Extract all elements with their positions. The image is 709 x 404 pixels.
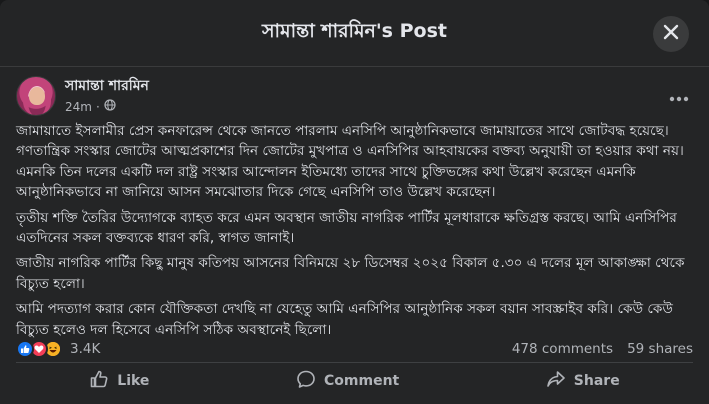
- more-dots-icon: [669, 87, 689, 106]
- like-button[interactable]: Like: [75, 363, 163, 399]
- post-paragraph: আমি পদত্যাগ করার কোন যৌক্তিকতা দেখছি না …: [16, 301, 673, 338]
- author-name[interactable]: সামান্তা শারমিন: [65, 77, 149, 95]
- close-icon: [662, 23, 680, 45]
- globe-icon[interactable]: [104, 98, 116, 116]
- more-options-button[interactable]: [665, 82, 693, 110]
- share-label: Share: [573, 372, 620, 389]
- avatar[interactable]: [16, 76, 56, 116]
- engagement-counts: 478 comments 59 shares: [512, 341, 693, 357]
- shares-count[interactable]: 59 shares: [627, 341, 693, 357]
- comment-icon: [296, 369, 316, 393]
- post-dialog: সামান্তা শারমিন's Post সামান্তা শারমিন 2…: [0, 0, 709, 404]
- meta-separator: ·: [95, 99, 100, 114]
- author-meta: সামান্তা শারমিন 24m ·: [65, 77, 149, 116]
- post-paragraph: জামায়াতে ইসলামীর প্রেস কনফারেন্স থেকে জ…: [16, 123, 684, 201]
- reactions-summary: 3.4K 478 comments 59 shares: [16, 337, 693, 361]
- post-author-row: সামান্তা শারমিন 24m ·: [16, 75, 149, 117]
- post-paragraph: তৃতীয় শক্তি তৈরির উদ্যোগকে ব্যাহত করে এ…: [16, 209, 677, 247]
- close-button[interactable]: [653, 16, 689, 52]
- post-time[interactable]: 24m: [65, 98, 92, 116]
- post-body: জামায়াতে ইসলামীর প্রেস কনফারেন্স থেকে জ…: [16, 121, 699, 345]
- comment-label: Comment: [324, 372, 400, 389]
- post-actions: Like Comment Share: [16, 362, 693, 398]
- comments-count[interactable]: 478 comments: [512, 341, 613, 357]
- share-button[interactable]: Share: [532, 363, 634, 399]
- dialog-header: সামান্তা শারমিন's Post: [0, 0, 709, 67]
- comment-button[interactable]: Comment: [282, 363, 413, 399]
- like-icon: [16, 340, 34, 358]
- post-paragraph: জাতীয় নাগরিক পার্টির কিছু মানুষ কতিপয় …: [16, 255, 685, 292]
- thumbs-up-icon: [89, 369, 109, 393]
- post-meta: 24m ·: [65, 98, 149, 116]
- dialog-title: সামান্তা শারমিন's Post: [262, 20, 447, 42]
- reaction-icons[interactable]: 3.4K: [16, 340, 100, 358]
- reactions-count[interactable]: 3.4K: [70, 341, 100, 357]
- like-label: Like: [117, 372, 150, 389]
- share-icon: [546, 369, 566, 393]
